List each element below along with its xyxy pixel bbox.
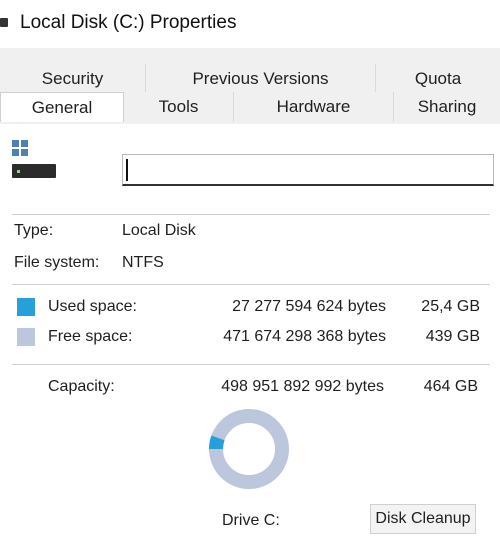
disk-cleanup-button[interactable]: Disk Cleanup	[370, 504, 476, 534]
volume-label-input[interactable]	[122, 154, 494, 186]
windows-logo-icon	[12, 140, 28, 156]
tab-strip: Security Previous Versions Quota General…	[0, 60, 500, 124]
free-space-bytes: 471 674 298 368 bytes	[223, 328, 386, 345]
tab-hardware[interactable]: Hardware	[234, 92, 394, 122]
drive-title-icon	[0, 18, 8, 27]
capacity-label: Capacity:	[48, 378, 115, 395]
tab-sharing[interactable]: Sharing	[394, 92, 500, 122]
tab-security[interactable]: Security	[0, 64, 146, 94]
capacity-bytes: 498 951 892 992 bytes	[221, 378, 384, 395]
title-bar[interactable]: Local Disk (C:) Properties	[0, 0, 500, 48]
properties-window: Local Disk (C:) Properties Security Prev…	[0, 0, 500, 542]
separator	[12, 214, 490, 215]
type-value: Local Disk	[122, 222, 196, 239]
drive-label: Drive C:	[222, 512, 280, 529]
hard-drive-icon	[12, 140, 58, 180]
file-system-label: File system:	[14, 254, 100, 271]
free-space-swatch	[17, 328, 35, 346]
general-tab-panel: Type: Local Disk File system: NTFS Used …	[0, 124, 500, 542]
disk-shape	[12, 164, 56, 178]
separator	[12, 284, 490, 285]
free-space-label: Free space:	[48, 328, 133, 345]
used-space-label: Used space:	[48, 298, 137, 315]
used-space-swatch	[17, 298, 35, 316]
tab-general[interactable]: General	[0, 92, 124, 122]
tab-tools[interactable]: Tools	[124, 92, 234, 122]
tab-previous-versions[interactable]: Previous Versions	[146, 64, 376, 94]
text-caret	[126, 159, 128, 181]
free-space-size: 439 GB	[425, 328, 480, 345]
used-space-bytes: 27 277 594 624 bytes	[232, 298, 386, 315]
type-label: Type:	[14, 222, 54, 239]
window-title: Local Disk (C:) Properties	[20, 12, 237, 33]
separator	[12, 364, 490, 365]
file-system-value: NTFS	[122, 254, 164, 271]
capacity-size: 464 GB	[423, 378, 478, 395]
disk-usage-donut	[209, 409, 289, 489]
used-space-size: 25,4 GB	[421, 298, 480, 315]
donut-free-arc	[209, 409, 289, 489]
tab-quota[interactable]: Quota	[376, 64, 500, 94]
